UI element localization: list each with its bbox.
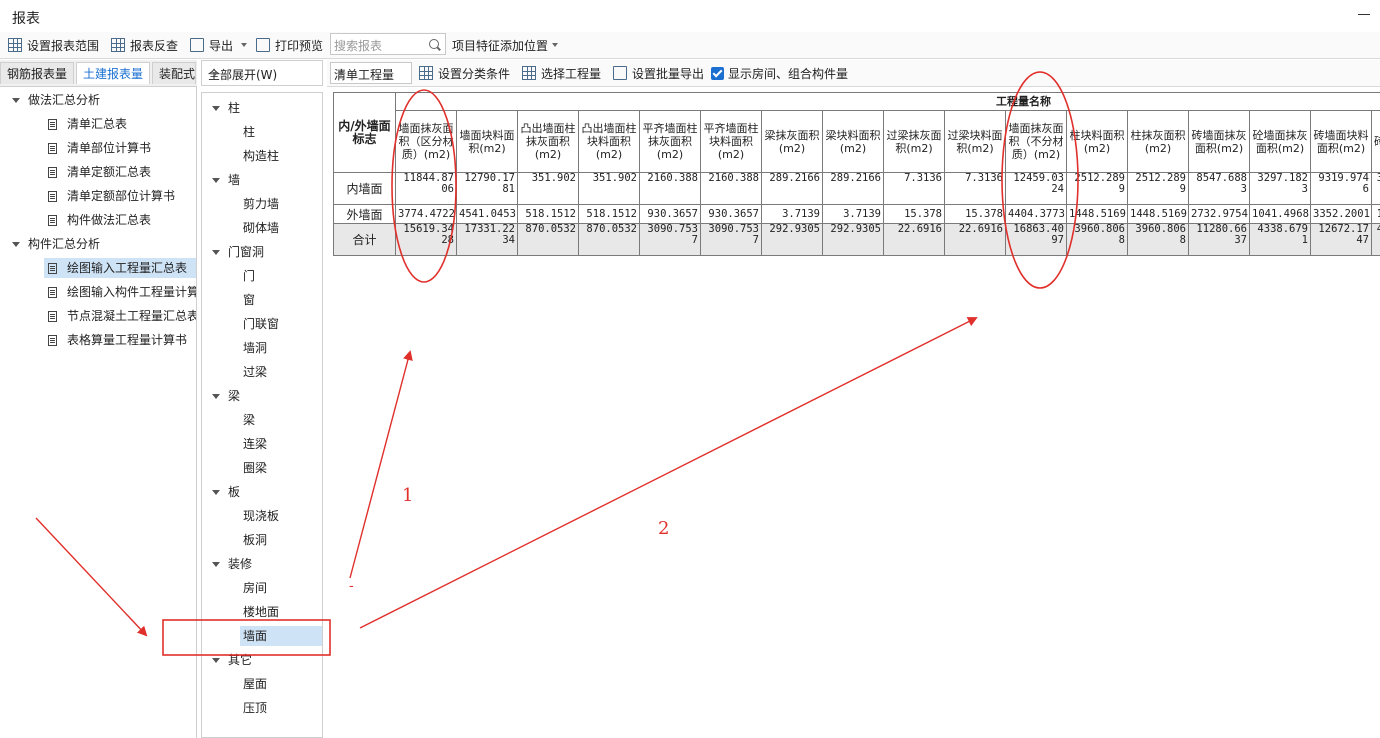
annotation-rectangle [162, 619, 331, 656]
annotation-ellipse [391, 89, 457, 283]
annotation-label-2: 2 [658, 518, 670, 539]
annotation-ellipse [1001, 71, 1079, 289]
annotation-arrow [349, 350, 413, 579]
annotation-arrow [35, 517, 148, 637]
annotation-dash: - [349, 578, 354, 594]
annotation-arrow [359, 317, 978, 629]
annotation-overlay [35, 71, 1079, 656]
annotation-label-1: 1 [402, 485, 414, 506]
